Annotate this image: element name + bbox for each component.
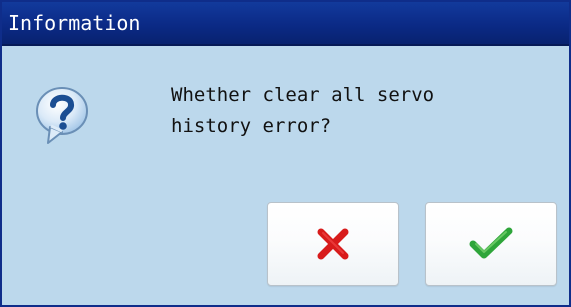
checkmark-icon [468,227,514,261]
question-icon [32,84,96,148]
message-line: history error? [171,115,332,137]
close-icon [314,225,352,263]
cancel-button[interactable] [267,202,399,286]
dialog-titlebar: Information [2,2,569,46]
dialog-title: Information [8,11,141,35]
confirm-button[interactable] [425,202,557,286]
information-dialog: Information Whether clear all servo hist… [0,0,571,307]
confirmation-message: Whether clear all servo history error? [171,80,501,142]
dialog-content: Whether clear all servo history error? [2,46,569,305]
message-line: Whether clear all servo [171,84,435,106]
